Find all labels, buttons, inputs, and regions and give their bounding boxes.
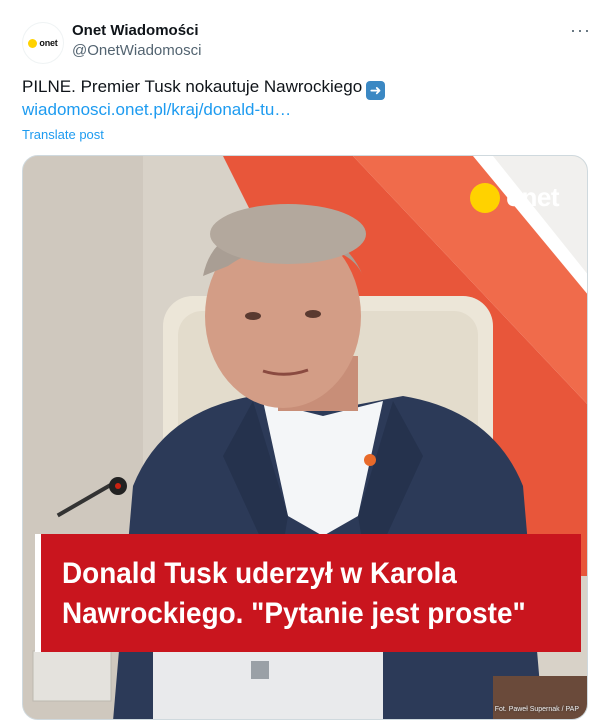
headline-banner: Donald Tusk uderzył w Karola Nawrockiego… [35,534,581,652]
post-media-image[interactable]: onet Donald Tusk uderzył w Karola Nawroc… [22,155,588,720]
post-text-content: PILNE. Premier Tusk nokautuje Nawrockieg… [22,77,363,96]
avatar-text: onet [39,38,58,48]
post-header: onet Onet Wiadomości @OnetWiadomosci ··· [0,0,615,70]
headline-text: Donald Tusk uderzył w Karola Nawrockiego… [62,554,546,634]
user-handle[interactable]: @OnetWiadomosci [72,42,201,59]
headline-line-2: Nawrockiego. "Pytanie jest proste" [62,597,526,630]
brand-name: onet [506,182,559,212]
headline-line-1: Donald Tusk uderzył w Karola [62,557,457,590]
avatar[interactable]: onet [22,22,64,64]
photo-credit: Fot. Paweł Supernak / PAP [494,706,579,713]
translate-post-button[interactable]: Translate post [22,127,104,142]
ellipsis-icon: ··· [570,20,591,40]
post-text: PILNE. Premier Tusk nokautuje Nawrockieg… [22,76,386,100]
more-options-button[interactable]: ··· [570,20,591,41]
onet-brand-logo: onet [470,182,559,213]
display-name[interactable]: Onet Wiadomości [72,22,199,39]
headline-accent-bar [35,534,41,652]
onet-logo-dot-icon [28,38,38,48]
arrow-right-icon: ➜ [366,81,386,100]
onet-sun-icon [470,182,501,213]
article-link[interactable]: wiadomosci.onet.pl/kraj/donald-tu… [22,100,291,120]
